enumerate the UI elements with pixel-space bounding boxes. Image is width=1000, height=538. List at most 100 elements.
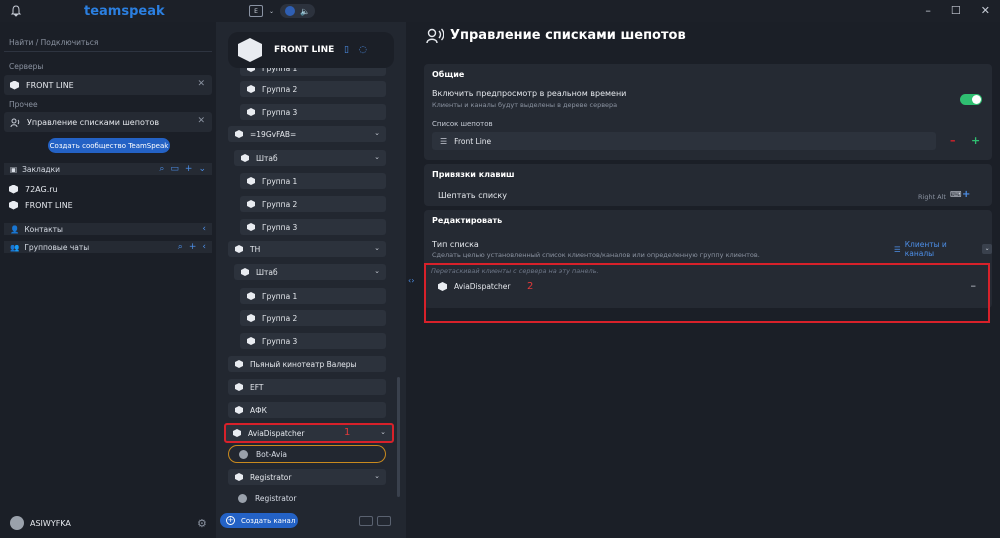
panel-splitter[interactable]: ‹› [406, 22, 416, 538]
search-input[interactable]: Найти / Подключиться [4, 38, 212, 52]
list-type-sub: Сделать целью установленный список клиен… [432, 251, 760, 259]
resize-handle-icon[interactable]: ‹› [408, 276, 414, 285]
search-icon[interactable]: ⌕ [159, 164, 164, 174]
channel-group[interactable]: Registrator ⌄ [228, 469, 386, 485]
chevron-down-icon[interactable]: ⌄ [982, 244, 992, 254]
microphone-icon[interactable] [285, 6, 296, 16]
minimize-icon[interactable]: – [925, 4, 931, 17]
bell-icon[interactable] [10, 5, 22, 17]
bookmark-icon[interactable]: ▯ [344, 45, 349, 55]
bookmark-icon: ▣ [10, 164, 18, 174]
whisper-list-select[interactable]: ☰ Front Line [432, 132, 936, 150]
chevron-down-icon[interactable]: ⌄ [198, 164, 206, 174]
server-icon [9, 184, 18, 194]
channel-label: Группа 1 [262, 176, 298, 186]
channel-item[interactable]: АФК [228, 402, 386, 418]
channel-item[interactable]: Группа 3 [240, 104, 386, 120]
search-icon[interactable]: ⌕ [178, 242, 183, 252]
bookmark-label: FRONT LINE [25, 200, 73, 210]
channel-group[interactable]: ТН ⌄ [228, 241, 386, 257]
list-type-value: Клиенты и каналы [904, 240, 947, 258]
channel-group[interactable]: Штаб ⌄ [234, 264, 386, 280]
folder-icon[interactable]: ▭ [170, 164, 179, 174]
add-hotkey-button[interactable]: + [962, 189, 970, 200]
channel-group-selected[interactable]: AviaDispatcher ⌄ [224, 423, 394, 443]
preview-label: Включить предпросмотр в реальном времени [432, 89, 627, 98]
chat-icon[interactable]: ◌ [359, 45, 367, 55]
channel-item[interactable]: Группа 2 [240, 310, 386, 326]
filter-icon[interactable] [377, 516, 391, 526]
channel-item[interactable]: EFT [228, 379, 386, 395]
user-profile[interactable]: ASIWYFKA [10, 516, 71, 530]
channel-item[interactable]: Пьяный кинотеатр Валеры [228, 356, 386, 372]
channel-icon [247, 200, 255, 208]
whisper-target-item[interactable]: AviaDispatcher [438, 282, 510, 291]
close-icon[interactable]: ✕ [197, 79, 205, 89]
whisper-lists-item[interactable]: Управление списками шепотов ✕ [4, 112, 212, 132]
drop-zone[interactable]: Перетаскивай клиенты с сервера на эту па… [424, 263, 990, 323]
channel-label: Группа 2 [262, 313, 298, 323]
hotkey-value: Right Alt [918, 193, 946, 201]
server-header[interactable]: FRONT LINE ▯ ◌ [228, 32, 394, 68]
channel-icon [235, 245, 243, 253]
create-channel-button[interactable]: + Создать канал [220, 513, 298, 528]
channel-item[interactable]: Группа 1 [240, 288, 386, 304]
create-community-button[interactable]: Создать сообщество TeamSpeak [48, 138, 170, 153]
channel-icon [235, 360, 243, 368]
server-item[interactable]: FRONT LINE ✕ [4, 75, 212, 95]
channel-group[interactable]: Штаб ⌄ [234, 150, 386, 166]
chevron-down-icon[interactable]: ⌄ [374, 472, 380, 480]
channel-label: Группа 3 [262, 336, 298, 346]
list-value: Front Line [454, 136, 492, 146]
group-chats-header[interactable]: 👥 Групповые чаты ⌕ + ‹ [4, 241, 212, 253]
chevron-down-icon[interactable]: ⌄ [374, 244, 380, 252]
channel-icon [233, 429, 241, 437]
channel-group[interactable]: =19GvFAB= ⌄ [228, 126, 386, 142]
bookmark-item[interactable]: 72AG.ru [9, 182, 58, 196]
remove-list-button[interactable]: – [950, 134, 956, 147]
client-item[interactable]: Bot-Avia [228, 445, 386, 463]
channel-item[interactable]: Группа 3 [240, 333, 386, 349]
preview-toggle[interactable] [960, 94, 982, 105]
whisper-label: Шептать списку [438, 191, 507, 200]
close-icon[interactable]: ✕ [981, 4, 990, 17]
layout-icon[interactable] [359, 516, 373, 526]
bookmarks-header[interactable]: ▣ Закладки ⌕ ▭ + ⌄ [4, 163, 212, 175]
client-item[interactable]: Registrator [228, 489, 386, 507]
channel-item[interactable]: Группа 3 [240, 219, 386, 235]
chevron-down-icon[interactable]: ⌄ [380, 428, 386, 436]
chevron-down-icon[interactable]: ⌄ [269, 8, 274, 15]
maximize-icon[interactable]: ☐ [951, 4, 961, 17]
remove-target-button[interactable]: – [971, 279, 977, 292]
add-icon[interactable]: + [185, 164, 193, 174]
close-icon[interactable]: ✕ [197, 116, 205, 126]
title-bar: teamspeak E ⌄ 🔈 – ☐ ✕ [0, 0, 1000, 22]
toggle-knob [972, 95, 981, 104]
list-type-dropdown[interactable]: ☰ Клиенты и каналы ⌄ [894, 240, 992, 258]
tree-scrollbar[interactable] [397, 377, 400, 497]
hotkeys-header: Привязки клавиш [432, 170, 515, 179]
bookmark-item[interactable]: FRONT LINE [9, 198, 73, 212]
chevron-left-icon[interactable]: ‹ [202, 224, 206, 234]
window-controls: – ☐ ✕ [925, 4, 990, 17]
chevron-down-icon[interactable]: ⌄ [374, 153, 380, 161]
list-icon: ☰ [894, 244, 901, 254]
add-icon[interactable]: + [189, 242, 197, 252]
list-icon: ☰ [440, 136, 448, 146]
keyboard-icon[interactable]: ⌨ [950, 190, 962, 199]
drop-hint: Перетаскивай клиенты с сервера на эту па… [431, 267, 599, 275]
chevron-down-icon[interactable]: ⌄ [374, 267, 380, 275]
speaker-icon[interactable]: 🔈 [300, 7, 310, 16]
target-label: AviaDispatcher [454, 282, 511, 291]
channel-item[interactable]: Группа 1 [240, 173, 386, 189]
add-list-button[interactable]: + [971, 134, 980, 147]
chevron-down-icon[interactable]: ⌄ [374, 129, 380, 137]
channel-icon [247, 177, 255, 185]
general-header: Общие [432, 70, 465, 79]
channel-item[interactable]: Группа 2 [240, 196, 386, 212]
contacts-header[interactable]: 👤 Контакты ‹ [4, 223, 212, 235]
device-icon[interactable]: E [249, 5, 263, 17]
chevron-left-icon[interactable]: ‹ [202, 242, 206, 252]
channel-item[interactable]: Группа 2 [240, 81, 386, 97]
gear-icon[interactable]: ⚙ [197, 517, 207, 530]
